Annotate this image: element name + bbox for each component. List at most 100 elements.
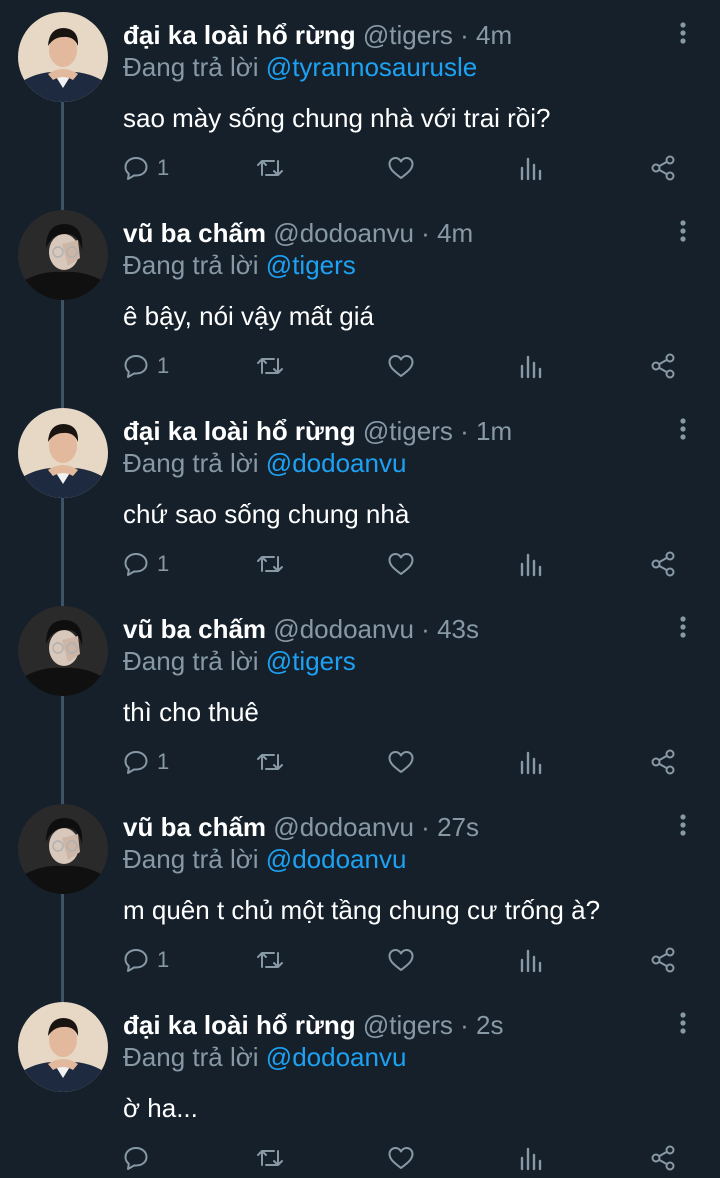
reply-button[interactable]: [123, 1140, 157, 1176]
replying-to-mention[interactable]: @tigers: [266, 250, 356, 280]
tweet-actions: 1: [0, 348, 720, 384]
more-vertical-icon: [680, 22, 686, 44]
share-button[interactable]: [650, 744, 676, 780]
tweet[interactable]: đại ka loài hổ rừng @tigers · 2s Đang tr…: [0, 992, 720, 1178]
reply-thread: đại ka loài hổ rừng @tigers · 4m Đang tr…: [0, 0, 720, 1178]
replying-to-line: Đang trả lời @dodoanvu: [123, 446, 406, 480]
replying-to-mention[interactable]: @tyrannosaurusle: [266, 52, 477, 82]
analytics-button[interactable]: [519, 942, 543, 978]
share-button[interactable]: [650, 150, 676, 186]
replying-to-label: Đang trả lời: [123, 1042, 259, 1072]
separator-dot: ·: [460, 20, 469, 50]
timestamp[interactable]: 27s: [437, 812, 479, 842]
timestamp[interactable]: 43s: [437, 614, 479, 644]
reply-button[interactable]: 1: [123, 150, 169, 186]
like-button[interactable]: [387, 1140, 415, 1176]
like-button[interactable]: [387, 744, 415, 780]
reply-count: 1: [157, 551, 170, 576]
replying-to-mention[interactable]: @dodoanvu: [266, 1042, 407, 1072]
reply-count: 1: [157, 947, 170, 972]
analytics-button[interactable]: [519, 546, 543, 582]
analytics-button[interactable]: [519, 744, 543, 780]
avatar[interactable]: [18, 12, 108, 102]
user-handle[interactable]: @tigers: [363, 416, 453, 446]
replying-to-mention[interactable]: @dodoanvu: [266, 448, 407, 478]
tweet-header: đại ka loài hổ rừng @tigers · 2s: [123, 1008, 503, 1042]
reply-icon: [124, 1147, 148, 1170]
tweet[interactable]: đại ka loài hổ rừng @tigers · 1m Đang tr…: [0, 398, 720, 606]
tweet-header: vũ ba chấm @dodoanvu · 27s: [123, 810, 479, 844]
display-name[interactable]: đại ka loài hổ rừng: [123, 416, 356, 446]
analytics-icon: [520, 355, 542, 379]
timestamp[interactable]: 1m: [476, 416, 512, 446]
avatar[interactable]: [18, 804, 108, 894]
user-handle[interactable]: @dodoanvu: [273, 218, 414, 248]
user-handle[interactable]: @tigers: [363, 1010, 453, 1040]
like-button[interactable]: [387, 942, 415, 978]
analytics-button[interactable]: [519, 1140, 543, 1176]
more-button[interactable]: [668, 16, 698, 50]
more-button[interactable]: [668, 214, 698, 248]
display-name[interactable]: đại ka loài hổ rừng: [123, 1010, 356, 1040]
separator-dot: ·: [460, 416, 469, 446]
share-button[interactable]: [650, 942, 676, 978]
share-button[interactable]: [650, 546, 676, 582]
analytics-button[interactable]: [519, 150, 543, 186]
heart-icon: [388, 1147, 414, 1169]
avatar[interactable]: [18, 408, 108, 498]
retweet-button[interactable]: [255, 1140, 285, 1176]
retweet-button[interactable]: [255, 546, 285, 582]
retweet-button[interactable]: [255, 744, 285, 780]
retweet-icon: [257, 556, 283, 572]
reply-icon: [124, 553, 148, 576]
tweet[interactable]: vũ ba chấm @dodoanvu · 27s Đang trả lời …: [0, 794, 720, 1002]
heart-icon: [388, 751, 414, 773]
like-button[interactable]: [387, 348, 415, 384]
retweet-button[interactable]: [255, 348, 285, 384]
display-name[interactable]: vũ ba chấm: [123, 812, 266, 842]
reply-icon: [124, 949, 148, 972]
avatar[interactable]: [18, 210, 108, 300]
replying-to-mention[interactable]: @tigers: [266, 646, 356, 676]
tweet-actions: 1: [0, 744, 720, 780]
replying-to-mention[interactable]: @dodoanvu: [266, 844, 407, 874]
analytics-button[interactable]: [519, 348, 543, 384]
reply-button[interactable]: 1: [123, 348, 169, 384]
retweet-icon: [257, 160, 283, 176]
display-name[interactable]: vũ ba chấm: [123, 614, 266, 644]
reply-button[interactable]: 1: [123, 546, 169, 582]
tweet[interactable]: đại ka loài hổ rừng @tigers · 4m Đang tr…: [0, 2, 720, 210]
share-button[interactable]: [650, 348, 676, 384]
tweet[interactable]: vũ ba chấm @dodoanvu · 4m Đang trả lời @…: [0, 200, 720, 408]
avatar[interactable]: [18, 1002, 108, 1092]
tweet-text: ờ ha...: [123, 1093, 198, 1123]
user-handle[interactable]: @dodoanvu: [273, 614, 414, 644]
timestamp[interactable]: 4m: [476, 20, 512, 50]
tweet-text: m quên t chủ một tầng chung cư trống à?: [123, 895, 601, 925]
share-button[interactable]: [650, 1140, 676, 1176]
reply-button[interactable]: 1: [123, 942, 169, 978]
more-button[interactable]: [668, 1006, 698, 1040]
user-handle[interactable]: @tigers: [363, 20, 453, 50]
replying-to-line: Đang trả lời @tigers: [123, 644, 356, 678]
user-handle[interactable]: @dodoanvu: [273, 812, 414, 842]
replying-to-label: Đang trả lời: [123, 646, 259, 676]
replying-to-label: Đang trả lời: [123, 250, 259, 280]
more-button[interactable]: [668, 808, 698, 842]
display-name[interactable]: đại ka loài hổ rừng: [123, 20, 356, 50]
replying-to-label: Đang trả lời: [123, 844, 259, 874]
retweet-button[interactable]: [255, 150, 285, 186]
like-button[interactable]: [387, 150, 415, 186]
retweet-icon: [257, 754, 283, 770]
timestamp[interactable]: 2s: [476, 1010, 503, 1040]
tweet[interactable]: vũ ba chấm @dodoanvu · 43s Đang trả lời …: [0, 596, 720, 804]
reply-button[interactable]: 1: [123, 744, 169, 780]
more-button[interactable]: [668, 610, 698, 644]
retweet-button[interactable]: [255, 942, 285, 978]
tweet-text: sao mày sống chung nhà với trai rồi?: [123, 103, 551, 133]
display-name[interactable]: vũ ba chấm: [123, 218, 266, 248]
timestamp[interactable]: 4m: [437, 218, 473, 248]
more-button[interactable]: [668, 412, 698, 446]
avatar[interactable]: [18, 606, 108, 696]
like-button[interactable]: [387, 546, 415, 582]
